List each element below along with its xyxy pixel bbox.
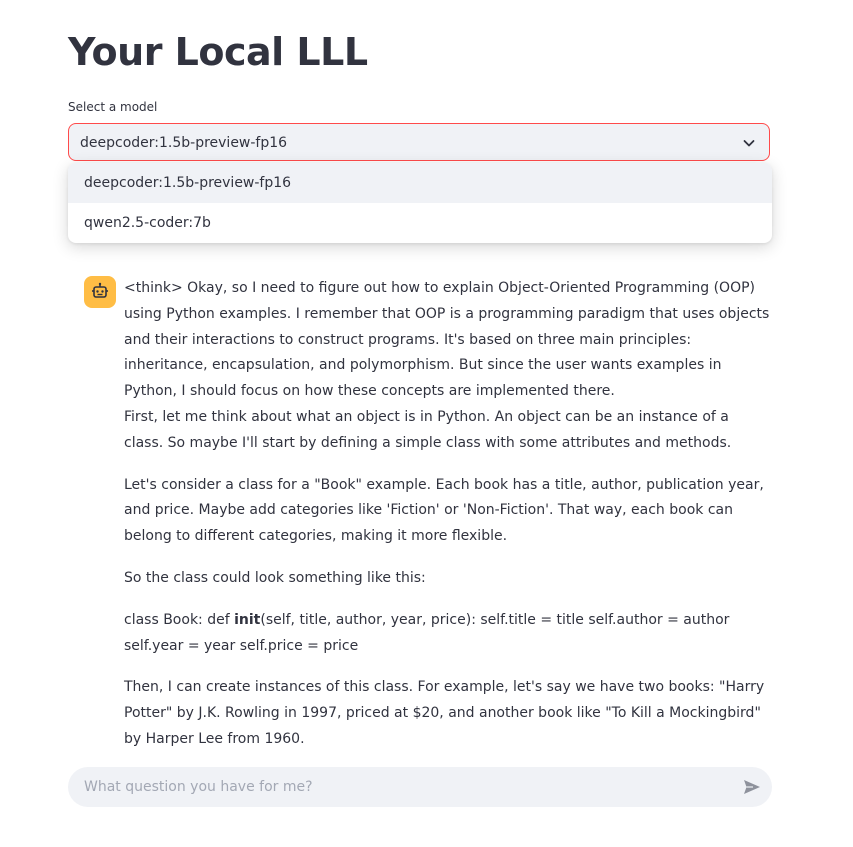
code-bold-text: init — [234, 611, 261, 628]
chat-input-bar — [68, 767, 772, 807]
message-paragraph: Then, I can create instances of this cla… — [124, 679, 765, 747]
model-select[interactable]: deepcoder:1.5b-preview-fp16 — [68, 123, 770, 161]
assistant-message: <think> Okay, so I need to figure out ho… — [124, 276, 772, 769]
robot-icon — [92, 282, 108, 298]
message-paragraph: Let's consider a class for a "Book" exam… — [124, 476, 764, 545]
model-option-qwen[interactable]: qwen2.5-coder:7b — [68, 203, 772, 243]
assistant-avatar — [84, 276, 116, 308]
message-paragraph: First, let me think about what an object… — [124, 408, 732, 451]
chat-input[interactable] — [84, 767, 724, 807]
model-select-value: deepcoder:1.5b-preview-fp16 — [80, 135, 288, 151]
send-icon[interactable] — [742, 777, 762, 797]
app-page: Your Local LLL Select a model deepcoder:… — [0, 0, 853, 847]
code-text: class Book: def — [124, 611, 235, 628]
model-dropdown-menu: deepcoder:1.5b-preview-fp16 qwen2.5-code… — [68, 163, 772, 243]
model-select-label: Select a model — [68, 100, 158, 114]
message-code-paragraph: class Book: def init(self, title, author… — [124, 608, 772, 660]
message-paragraph: So the class could look something like t… — [124, 569, 426, 586]
chevron-down-icon[interactable] — [741, 135, 757, 151]
message-paragraph: <think> Okay, so I need to figure out ho… — [124, 280, 770, 400]
page-title: Your Local LLL — [68, 30, 368, 74]
model-option-deepcoder[interactable]: deepcoder:1.5b-preview-fp16 — [68, 163, 772, 203]
